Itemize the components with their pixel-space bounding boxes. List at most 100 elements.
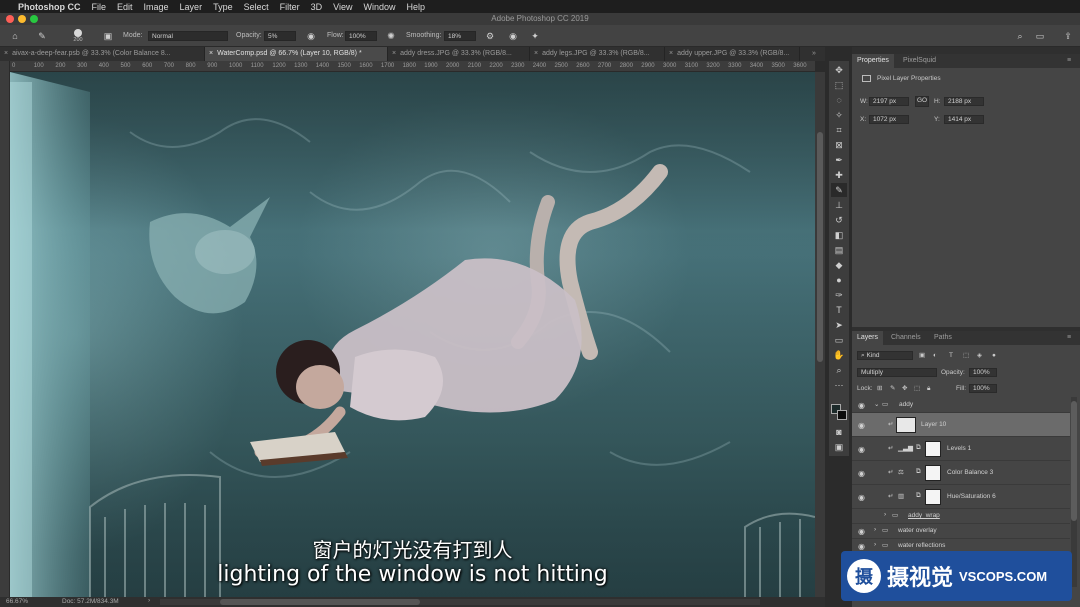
close-icon[interactable]: × <box>669 50 673 57</box>
y-field[interactable]: 1414 px <box>944 115 984 124</box>
lock-all-icon[interactable]: 🔒︎ <box>927 384 930 393</box>
visibility-eye-icon[interactable]: ◉ <box>858 527 867 536</box>
menu-view[interactable]: View <box>333 2 352 12</box>
zoom-level[interactable]: 66.67% <box>6 598 28 605</box>
fill-field[interactable]: 100% <box>969 384 997 393</box>
scroll-thumb[interactable] <box>220 599 420 605</box>
menu-3d[interactable]: 3D <box>311 2 323 12</box>
height-field[interactable]: 2188 px <box>944 97 984 106</box>
background-color-swatch[interactable] <box>837 410 847 420</box>
close-icon[interactable]: × <box>4 50 8 57</box>
close-icon[interactable]: × <box>209 50 213 57</box>
filter-shape-icon[interactable]: ⬚ <box>963 351 969 360</box>
history-brush-icon[interactable]: ↺ <box>831 213 847 227</box>
tab-pixelsquid[interactable]: PixelSquid <box>898 54 941 68</box>
canvas-vertical-scrollbar[interactable] <box>815 72 825 597</box>
filter-toggle-icon[interactable]: ● <box>992 351 996 360</box>
kind-filter-select[interactable]: ⌕ Kind <box>857 351 913 360</box>
layer-row-hue-saturation-6[interactable]: ◉ ↵ ▥ ⧉ Hue/Saturation 6 <box>852 485 1070 509</box>
brush-preset-picker[interactable]: 200 <box>70 28 86 44</box>
share-icon[interactable]: ⇪ <box>1063 31 1073 41</box>
menu-edit[interactable]: Edit <box>117 2 133 12</box>
marquee-tool-icon[interactable]: ⬚ <box>831 78 847 92</box>
menu-help[interactable]: Help <box>406 2 425 12</box>
menu-type[interactable]: Type <box>213 2 233 12</box>
filter-type-icon[interactable]: T <box>949 351 953 360</box>
symmetry-icon[interactable]: ✦ <box>530 31 540 41</box>
lock-transparent-icon[interactable]: ⊞ <box>877 384 882 393</box>
dodge-tool-icon[interactable]: ● <box>831 273 847 287</box>
layer-row-levels-1[interactable]: ◉ ↵ ▁▃▆ ⧉ Levels 1 <box>852 437 1070 461</box>
menu-window[interactable]: Window <box>363 2 395 12</box>
brush-tool-icon[interactable]: ✎ <box>831 183 847 197</box>
hand-tool-icon[interactable]: ✋ <box>831 348 847 362</box>
close-icon[interactable]: × <box>392 50 396 57</box>
tab-addy-upper[interactable]: × addy upper.JPG @ 33.3% (RGB/8... <box>665 47 800 61</box>
frame-tool-icon[interactable]: ⊠ <box>831 138 847 152</box>
home-icon[interactable]: ⌂ <box>10 31 20 41</box>
zoom-tool-icon[interactable]: ⌕ <box>831 363 847 377</box>
group-chevron-icon[interactable]: › <box>884 511 886 518</box>
opacity-field[interactable]: 5% <box>264 31 296 41</box>
visibility-eye-icon[interactable]: ◉ <box>858 493 867 502</box>
zoom-window-button[interactable] <box>30 15 38 23</box>
status-arrow-icon[interactable]: › <box>148 597 150 604</box>
tab-channels[interactable]: Channels <box>886 331 926 345</box>
layer-opacity-field[interactable]: 100% <box>969 368 997 377</box>
menu-image[interactable]: Image <box>144 2 169 12</box>
layer-row-color-balance-3[interactable]: ◉ ↵ ⚖ ⧉ Color Balance 3 <box>852 461 1070 485</box>
close-window-button[interactable] <box>6 15 14 23</box>
menu-file[interactable]: File <box>92 2 107 12</box>
brush-panel-icon[interactable]: ▣ <box>103 31 113 41</box>
mode-select[interactable]: Normal <box>148 31 228 41</box>
link-dimensions-button[interactable]: GO <box>915 96 929 107</box>
lock-pixels-icon[interactable]: ✎ <box>890 384 895 393</box>
eraser-tool-icon[interactable]: ◧ <box>831 228 847 242</box>
doc-size[interactable]: Doc: 57.2M/834.3M <box>62 598 119 605</box>
brush-tool-icon[interactable]: ✎ <box>37 31 47 41</box>
group-chevron-icon[interactable]: ⌄ <box>874 400 879 408</box>
panel-menu-icon[interactable]: ≡ <box>1062 54 1076 68</box>
settings-gear-icon[interactable]: ⚙ <box>485 31 495 41</box>
tab-addy-legs[interactable]: × addy legs.JPG @ 33.3% (RGB/8... <box>530 47 665 61</box>
filter-adjustment-icon[interactable]: ◐ <box>933 351 937 360</box>
eyedropper-tool-icon[interactable]: ✒ <box>831 153 847 167</box>
more-tools-icon[interactable]: ⋯ <box>831 378 847 392</box>
type-tool-icon[interactable]: T <box>831 303 847 317</box>
layer-row-addy-wrap[interactable]: › ▭ addy_wrap <box>852 509 1070 524</box>
tab-addy-dress[interactable]: × addy dress.JPG @ 33.3% (RGB/8... <box>388 47 530 61</box>
horizontal-scrollbar[interactable] <box>160 599 760 605</box>
search-icon[interactable]: ⌕ <box>1015 31 1025 41</box>
blur-tool-icon[interactable]: ◆ <box>831 258 847 272</box>
crop-tool-icon[interactable]: ⌗ <box>831 123 847 137</box>
filter-smart-object-icon[interactable]: ◈ <box>977 351 982 360</box>
visibility-eye-icon[interactable]: ◉ <box>858 445 867 454</box>
move-tool-icon[interactable]: ✥ <box>831 63 847 77</box>
panel-menu-icon[interactable]: ≡ <box>1062 331 1076 345</box>
workspace-icon[interactable]: ▭ <box>1035 31 1045 41</box>
app-menu[interactable]: Photoshop CC <box>18 2 81 12</box>
tab-overflow-icon[interactable]: » <box>808 47 825 61</box>
visibility-eye-icon[interactable]: ◉ <box>858 421 867 430</box>
layer-row-layer-10[interactable]: ◉ ↵ Layer 10 <box>852 413 1070 437</box>
filter-pixel-icon[interactable]: ▣ <box>919 351 925 360</box>
group-chevron-icon[interactable]: › <box>874 526 876 533</box>
lock-artboard-icon[interactable]: ⬚ <box>914 384 920 393</box>
pressure-size-icon[interactable]: ◉ <box>508 31 518 41</box>
flow-field[interactable]: 100% <box>345 31 377 41</box>
tab-properties[interactable]: Properties <box>852 54 894 68</box>
pressure-opacity-icon[interactable]: ◉ <box>306 31 316 41</box>
path-select-tool-icon[interactable]: ➤ <box>831 318 847 332</box>
menu-layer[interactable]: Layer <box>180 2 203 12</box>
visibility-eye-icon[interactable]: ◉ <box>858 542 867 551</box>
tab-paths[interactable]: Paths <box>929 331 957 345</box>
pen-tool-icon[interactable]: ✑ <box>831 288 847 302</box>
quick-select-tool-icon[interactable]: ✧ <box>831 108 847 122</box>
tab-watercomp[interactable]: × WaterComp.psd @ 66.7% (Layer 10, RGB/8)… <box>205 47 388 61</box>
gradient-tool-icon[interactable]: ▤ <box>831 243 847 257</box>
stamp-tool-icon[interactable]: ⊥ <box>831 198 847 212</box>
menu-select[interactable]: Select <box>244 2 269 12</box>
width-field[interactable]: 2197 px <box>869 97 909 106</box>
minimize-window-button[interactable] <box>18 15 26 23</box>
group-chevron-icon[interactable]: › <box>874 541 876 548</box>
